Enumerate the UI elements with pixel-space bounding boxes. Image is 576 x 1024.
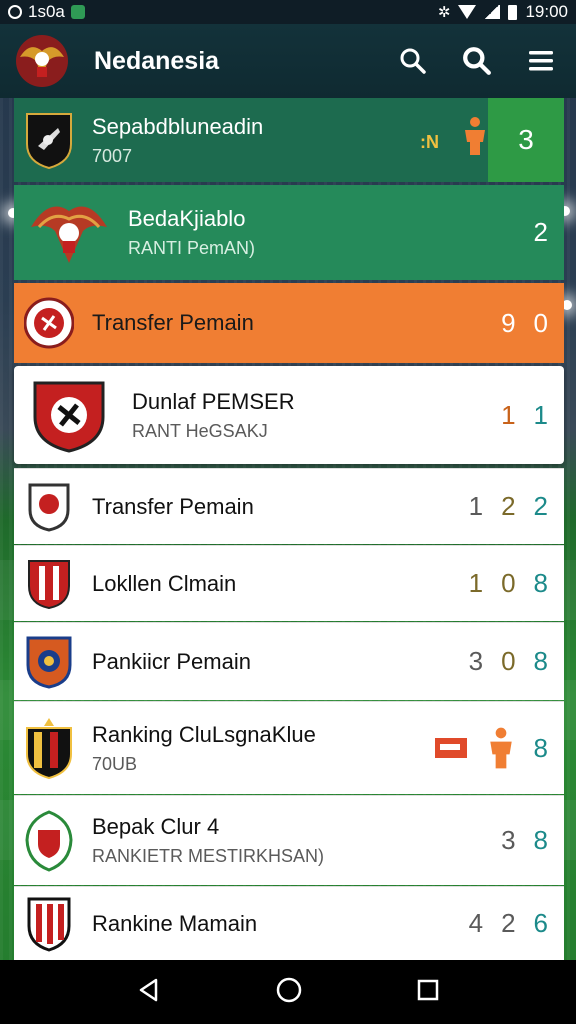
list-item[interactable]: Pankiicr Pemain 3 0 8 [14,622,564,700]
item-subtitle: RANTI PemAN) [128,238,256,258]
status-bar: 1s0a ✲ 19:00 [0,0,576,24]
stat-value: 2 [533,491,548,521]
item-title: Pankiicr Pemain [92,648,251,674]
item-subtitle: 7007 [92,145,133,166]
stat-value: 1 [533,399,548,430]
item-title: Rankine Mamain [92,910,258,936]
club-crest-icon [26,113,72,170]
rank-value: 3 [488,98,564,182]
club-crest-icon [33,381,105,453]
search-icon [400,48,426,74]
player-icon [465,117,485,155]
home-button[interactable] [275,976,303,1009]
stat-value: 8 [533,646,548,676]
list-item[interactable]: Rankine Mamain 4 2 6 [14,886,564,960]
club-crest-icon [25,809,73,872]
status-time: 19:00 [525,2,568,21]
item-subtitle: RANT HeGSAKJ [132,420,268,441]
home-icon [276,977,302,1002]
stat-value: 3 [468,646,484,676]
item-title: Transfer Pemain [92,310,254,335]
stat-value: 1 [468,568,484,598]
club-crest-icon [27,897,71,952]
item-subtitle: RANKIETR MESTIRKHSAN) [92,846,325,866]
list-item[interactable]: Transfer Pemain 1 2 2 [14,468,564,544]
wifi-icon [458,5,477,19]
rank-value: 2 [533,217,548,247]
app-bar: Nedanesia [0,24,576,98]
club-crest-icon [28,483,70,532]
item-title: BedaKjiablo [128,206,246,231]
vibrate-icon: ✲ [437,4,451,21]
item-title: Lokllen Clmain [92,570,237,596]
flag-icon [434,738,467,758]
list-item[interactable]: Dunlaf PEMSER RANT HeGSAKJ 1 1 [14,366,564,464]
player-icon [489,727,512,769]
status-left-text: 1s0a [28,2,65,21]
app-notification-icon [70,5,85,19]
list-item[interactable]: Transfer Pemain 9 0 [14,283,564,363]
list-item[interactable]: Lokllen Clmain 1 0 8 [14,545,564,621]
system-nav-bar [0,960,576,1024]
app-title: Nedanesia [94,46,220,75]
club-crest-icon [26,636,72,689]
list-item[interactable]: Ranking CluLsgnaKlue 70UB 8 [14,701,564,794]
sync-icon [8,5,22,19]
stat-value: 2 [501,908,516,938]
stat-value: 3 [501,825,516,855]
back-button[interactable] [136,977,162,1008]
item-title: Bepak Clur 4 [92,814,220,839]
item-title: Dunlaf PEMSER [132,388,295,414]
stat-value: 8 [533,732,548,763]
stat-value: 0 [501,568,516,598]
recents-icon [417,979,438,1000]
battery-icon [508,4,518,20]
back-icon [140,978,158,1001]
club-crest-icon [28,559,70,609]
recents-button[interactable] [416,978,440,1007]
stat-value: 6 [533,908,548,938]
search-button-2[interactable] [456,40,498,82]
stat-value: 0 [533,307,548,338]
menu-icon [529,51,553,71]
stat-value: 0 [501,646,516,676]
item-title: Transfer Pemain [92,493,254,519]
menu-button[interactable] [520,40,562,82]
club-crest-icon [24,297,74,349]
stat-value: 8 [533,568,548,598]
garuda-crest-icon [31,206,107,263]
list-item[interactable]: Bepak Clur 4 RANKIETR MESTIRKHSAN) 3 8 [14,795,564,885]
stat-value: 8 [533,825,548,855]
search-icon [463,47,491,75]
search-button[interactable] [392,40,434,82]
club-crest-icon [26,718,72,780]
stat-value: 2 [501,491,516,521]
garuda-logo-icon [16,35,68,87]
item-title: Sepabdbluneadin [92,113,264,139]
stat-value: 9 [501,307,516,338]
stat-value: 4 [468,908,484,938]
stat-value: 1 [501,399,516,430]
list-item[interactable]: Sepabdbluneadin 7007 :N 3 [14,98,564,182]
item-title: Ranking CluLsgnaKlue [92,721,316,747]
signal-icon [484,5,501,19]
list-item[interactable]: BedaKjiablo RANTI PemAN) 2 [14,185,564,280]
item-subtitle: 70UB [92,753,138,774]
item-badge: :N [420,131,439,152]
stat-value: 1 [468,491,484,521]
